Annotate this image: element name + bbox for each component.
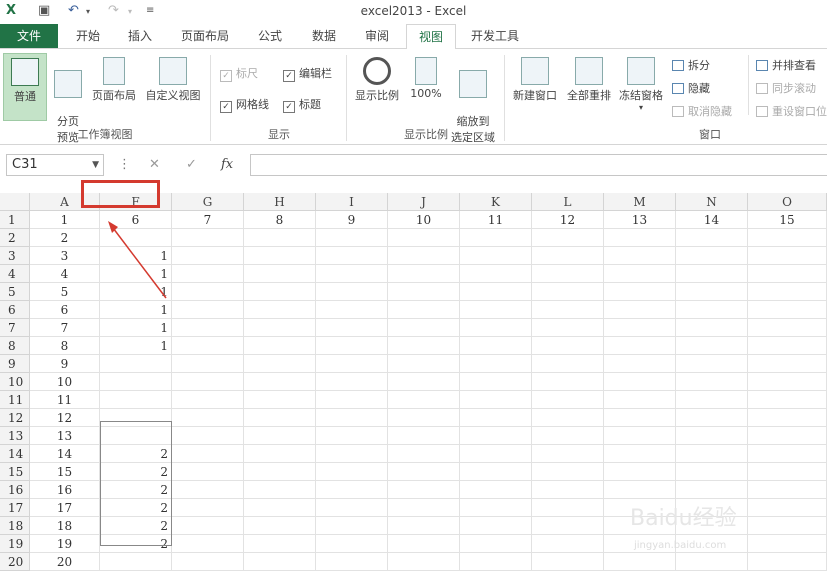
watermark-logo: Baidu经验 — [630, 506, 737, 531]
watermark-url: jingyan.baidu.com — [634, 540, 727, 551]
annotation-arrow — [108, 221, 167, 299]
arrow-line — [109, 223, 167, 299]
arrow-head — [108, 221, 118, 233]
